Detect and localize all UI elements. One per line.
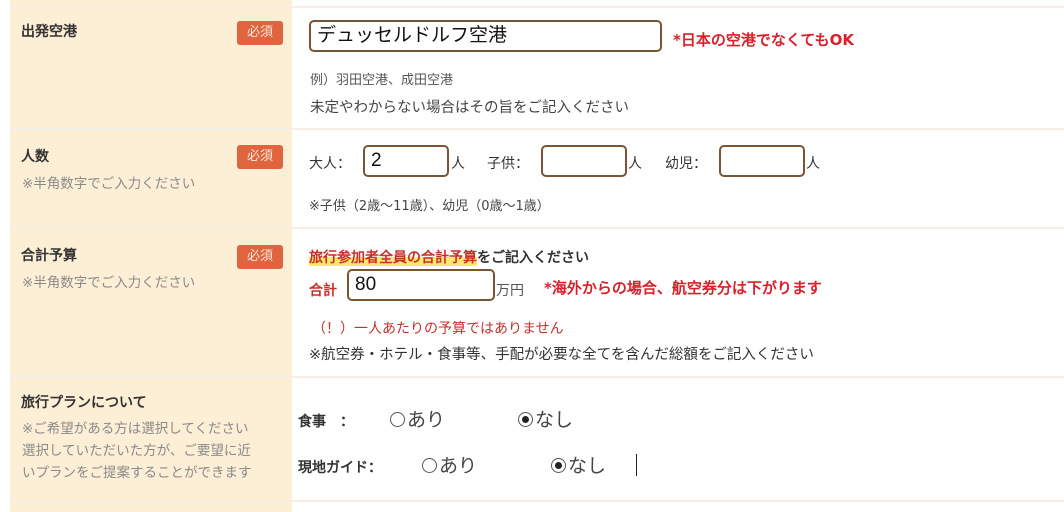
value-cell <box>292 0 1064 6</box>
field-title: 合計予算 <box>21 248 77 264</box>
adult-count-input[interactable]: 2 <box>363 145 449 177</box>
option-label: なし <box>535 409 574 431</box>
option-label: あり <box>439 455 478 477</box>
overseas-note: *海外からの場合、航空券分は下がります <box>544 279 822 297</box>
child-unit: 人 <box>628 156 642 172</box>
field-subnote-3: いプランをご提案することができます <box>22 465 252 481</box>
row-people: 人数 必須 ※半角数字でご入力ください <box>10 130 1064 229</box>
next-row <box>10 502 1064 512</box>
radio-checked-icon[interactable] <box>551 458 566 473</box>
value-cell <box>292 502 1064 512</box>
field-subnote: ※半角数字でご入力ください <box>22 176 196 192</box>
field-subnote-1: ※ご希望がある方は選択してください <box>22 421 249 437</box>
row-travel-plan: 旅行プランについて ※ご希望がある方は選択してください 選択していただいた方が、… <box>10 378 1064 502</box>
option-label: なし <box>568 455 607 477</box>
radio-unchecked-icon[interactable] <box>390 412 405 427</box>
label-cell: 人数 必須 ※半角数字でご入力ください <box>10 130 292 227</box>
label-cell <box>10 0 292 6</box>
departure-airport-input[interactable]: デュッセルドルフ空港 <box>309 20 662 52</box>
label-cell: 合計予算 必須 ※半角数字でご入力ください <box>10 229 292 376</box>
meal-option-no[interactable]: なし <box>518 405 573 432</box>
required-badge: 必須 <box>237 145 283 169</box>
text-cursor <box>636 454 637 476</box>
guide-option-yes[interactable]: あり <box>422 451 477 478</box>
budget-heading-rest: をご記入ください <box>477 250 589 266</box>
field-subnote-2: 選択していただいた方が、ご要望に近 <box>22 443 251 459</box>
field-title: 人数 <box>21 149 49 165</box>
foreign-airport-note: *日本の空港でなくてもOK <box>673 31 855 49</box>
budget-input[interactable]: 80 <box>347 269 495 301</box>
option-label: あり <box>407 409 446 431</box>
radio-unchecked-icon[interactable] <box>422 458 437 473</box>
guide-option-no[interactable]: なし <box>551 451 606 478</box>
adult-unit: 人 <box>451 156 465 172</box>
budget-unit: 万円 <box>496 283 524 299</box>
adult-label: 大人： <box>309 156 351 172</box>
budget-heading-highlight: 旅行参加者全員の合計予算 <box>309 250 477 266</box>
value-cell <box>292 378 1064 500</box>
field-title: 旅行プランについて <box>21 395 147 411</box>
total-label: 合計 <box>309 283 337 299</box>
field-title: 出発空港 <box>21 24 77 40</box>
field-subnote: ※半角数字でご入力ください <box>22 275 196 291</box>
example-text: 例）羽田空港、成田空港 <box>310 73 454 88</box>
guide-label: 現地ガイド： <box>298 460 382 476</box>
budget-heading: 旅行参加者全員の合計予算をご記入ください <box>309 247 589 267</box>
budget-note: ※航空券・ホテル・食事等、手配が必要な全てを含んだ総額をご記入ください <box>309 347 814 363</box>
radio-checked-icon[interactable] <box>518 412 533 427</box>
infant-unit: 人 <box>806 156 820 172</box>
label-cell: 旅行プランについて ※ご希望がある方は選択してください 選択していただいた方が、… <box>10 378 292 500</box>
label-cell: 出発空港 必須 <box>10 8 292 128</box>
age-note: ※子供（2歳〜11歳）、幼児（0歳〜1歳） <box>309 199 550 214</box>
required-badge: 必須 <box>237 245 283 269</box>
infant-count-input[interactable] <box>719 145 805 177</box>
previous-row <box>10 0 1064 8</box>
per-person-warning: （！）一人あたりの予算ではありません <box>312 321 564 337</box>
meal-label: 食事 ： <box>298 414 354 430</box>
hint-text: 未定やわからない場合はその旨をご記入ください <box>310 100 629 116</box>
meal-option-yes[interactable]: あり <box>390 405 445 432</box>
required-badge: 必須 <box>237 21 283 45</box>
child-label: 子供： <box>487 156 529 172</box>
infant-label: 幼児： <box>665 156 707 172</box>
child-count-input[interactable] <box>541 145 627 177</box>
label-cell <box>10 502 292 512</box>
